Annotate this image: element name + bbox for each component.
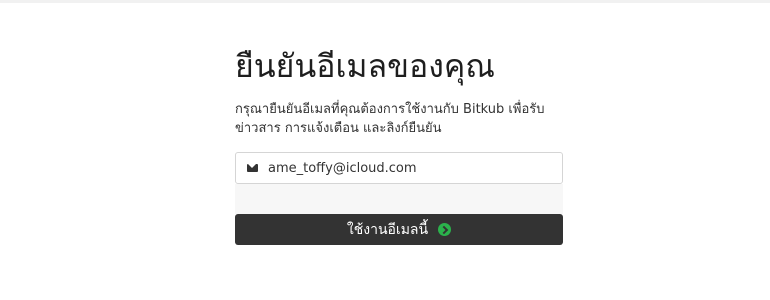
page-description: กรุณายืนยันอีเมลที่คุณต้องการใช้งานกับ B… xyxy=(235,102,545,136)
email-field[interactable]: ame_toffy@icloud.com xyxy=(235,152,563,184)
email-value: ame_toffy@icloud.com xyxy=(268,160,417,176)
arrow-right-circle-icon xyxy=(438,223,452,236)
spacer-area xyxy=(235,184,563,214)
page-title: ยืนยันอีเมลของคุณ xyxy=(235,47,495,85)
use-this-email-button[interactable]: ใช้งานอีเมลนี้ xyxy=(235,214,563,245)
use-this-email-label: ใช้งานอีเมลนี้ xyxy=(346,221,429,238)
envelope-icon xyxy=(247,164,258,172)
top-border xyxy=(0,0,770,3)
